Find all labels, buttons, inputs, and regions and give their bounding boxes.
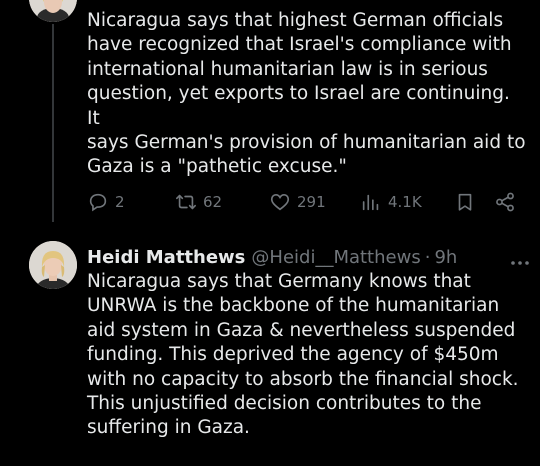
- like-button[interactable]: 291: [269, 188, 326, 216]
- reply-button[interactable]: 2: [87, 188, 125, 216]
- share-icon: [496, 192, 514, 212]
- views-button[interactable]: 4.1K: [360, 188, 422, 216]
- tweet-text: Nicaragua says that Germany knows that U…: [87, 271, 519, 439]
- avatar[interactable]: [29, 241, 77, 289]
- bookmark-icon: [458, 193, 472, 211]
- views-count: 4.1K: [388, 193, 422, 211]
- reply-icon: [89, 193, 107, 212]
- display-name[interactable]: Heidi Matthews: [87, 247, 245, 268]
- timestamp[interactable]: 9h: [434, 247, 457, 268]
- repost-button[interactable]: 62: [175, 188, 222, 216]
- avatar[interactable]: [29, 0, 77, 22]
- more-icon[interactable]: [510, 250, 530, 271]
- separator-dot: ·: [424, 246, 431, 268]
- bookmark-button[interactable]: [454, 188, 476, 216]
- thread-line: [52, 24, 54, 222]
- tweet-text: Nicaragua says that highest German offic…: [87, 10, 526, 178]
- share-button[interactable]: [494, 188, 516, 216]
- views-icon: [362, 194, 379, 211]
- repost-icon: [176, 194, 196, 210]
- like-count: 291: [297, 193, 326, 211]
- handle[interactable]: @Heidi__Matthews: [251, 247, 420, 268]
- repost-count: 62: [203, 193, 223, 211]
- reply-count: 2: [115, 193, 125, 211]
- heart-icon: [270, 194, 290, 211]
- more-dots-icon: [511, 261, 529, 265]
- tweet-actions: 2 62 291 4.1K: [87, 188, 527, 216]
- tweet-header: Heidi Matthews @Heidi__Matthews · 9h: [87, 244, 527, 270]
